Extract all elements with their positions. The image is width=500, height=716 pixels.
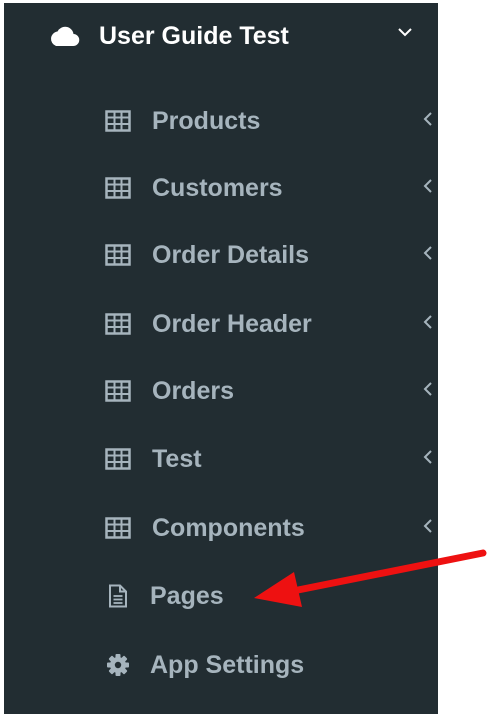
table-icon [105, 109, 131, 133]
chevron-left-icon[interactable] [422, 380, 434, 398]
menu-item-label: Pages [150, 582, 224, 610]
menu-item-orders[interactable]: Orders [4, 363, 438, 419]
table-icon [105, 176, 131, 200]
table-icon [105, 243, 131, 267]
chevron-left-icon[interactable] [422, 313, 434, 331]
menu-item-label: Order Details [152, 241, 310, 269]
menu-item-products[interactable]: Products [4, 93, 438, 149]
menu-item-label: App Settings [150, 651, 305, 679]
chevron-left-icon[interactable] [422, 517, 434, 535]
menu-item-label: Order Header [152, 310, 312, 338]
menu-item-order-details[interactable]: Order Details [4, 227, 438, 283]
chevron-left-icon[interactable] [422, 177, 434, 195]
chevron-left-icon[interactable] [422, 244, 434, 262]
menu-item-label: Components [152, 514, 305, 542]
menu-item-label: Customers [152, 174, 283, 202]
chevron-left-icon[interactable] [422, 110, 434, 128]
table-icon [105, 447, 131, 471]
menu-item-test[interactable]: Test [4, 431, 438, 487]
chevron-left-icon[interactable] [422, 448, 434, 466]
menu-item-label: Orders [152, 377, 234, 405]
annotation-arrow [254, 549, 487, 607]
table-icon [105, 379, 131, 403]
gear-icon [105, 653, 131, 677]
table-icon [105, 516, 131, 540]
menu-item-app-settings[interactable]: App Settings [4, 637, 438, 693]
chevron-down-icon[interactable] [396, 25, 414, 39]
document-icon [105, 584, 131, 608]
cloud-icon [48, 22, 80, 50]
menu-item-order-header[interactable]: Order Header [4, 296, 438, 352]
table-icon [105, 312, 131, 336]
menu-item-label: Products [152, 107, 261, 135]
menu-item-customers[interactable]: Customers [4, 160, 438, 216]
app-header[interactable]: User Guide Test [4, 3, 438, 69]
menu-item-label: Test [152, 445, 202, 473]
app-title: User Guide Test [99, 22, 289, 50]
